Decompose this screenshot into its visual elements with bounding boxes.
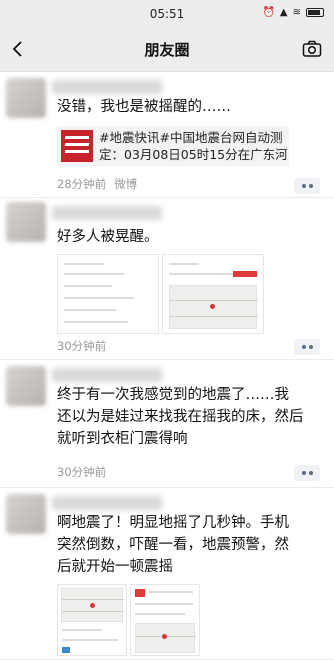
chevron-left-icon[interactable] — [10, 40, 28, 58]
poster-name[interactable] — [52, 368, 162, 382]
post-text: 终于有一次我感觉到的地震了……我 还以为是娃过来找我在摇我的床，然后 就听到衣柜… — [57, 387, 304, 447]
nav-bar: 朋友圈 — [0, 28, 334, 72]
post-image[interactable] — [162, 254, 264, 334]
post-image[interactable] — [57, 584, 127, 656]
post-image[interactable] — [57, 254, 159, 334]
post-meta: 28分钟前 微博 — [57, 176, 137, 192]
post-meta: 30分钟前 — [57, 464, 106, 480]
camera-icon[interactable] — [302, 40, 322, 58]
post-text: 没错，我也是被摇醒的…… — [57, 99, 231, 115]
alarm-icon: ⏰ — [262, 7, 275, 18]
avatar[interactable] — [6, 202, 46, 242]
wifi-icon: ≋ — [292, 7, 301, 18]
post-image[interactable] — [130, 584, 200, 656]
avatar[interactable] — [6, 494, 46, 534]
moment-post: 没错，我也是被摇醒的…… #地震快讯#中国地震台网自动测 定：03月08日05时… — [0, 72, 334, 198]
post-time: 30分钟前 — [57, 465, 107, 479]
status-icons: ⏰ ▲ ≋ — [262, 7, 324, 18]
weibo-link-thumbnail — [61, 130, 93, 162]
poster-name[interactable] — [52, 206, 162, 220]
poster-name[interactable] — [52, 496, 162, 510]
post-text: 啊地震了！明显地摇了几秒钟。手机 突然倒数，吓醒一看，地震预警，然 后就开始一顿… — [57, 515, 289, 575]
status-bar: 05:51 ⏰ ▲ ≋ — [0, 0, 334, 28]
page-title: 朋友圈 — [144, 41, 190, 59]
post-source[interactable]: 微博 — [114, 176, 137, 192]
moment-post: 啊地震了！明显地摇了几秒钟。手机 突然倒数，吓醒一看，地震预警，然 后就开始一顿… — [0, 488, 334, 660]
moment-post: 终于有一次我感觉到的地震了……我 还以为是娃过来找我在摇我的床，然后 就听到衣柜… — [0, 360, 334, 488]
avatar[interactable] — [6, 78, 46, 118]
moment-post: 好多人被晃醒。 30分钟前 — [0, 198, 334, 360]
post-text: 好多人被晃醒。 — [57, 229, 159, 245]
comment-like-button[interactable] — [294, 465, 320, 481]
moments-feed: 没错，我也是被摇醒的…… #地震快讯#中国地震台网自动测 定：03月08日05时… — [0, 72, 334, 660]
comment-like-button[interactable] — [294, 339, 320, 355]
avatar[interactable] — [6, 366, 46, 406]
shared-link-text: #地震快讯#中国地震台网自动测 定：03月08日05时15分在广东河… — [99, 130, 287, 162]
post-meta: 30分钟前 — [57, 338, 106, 354]
battery-icon — [306, 8, 324, 17]
comment-like-button[interactable] — [294, 178, 320, 194]
poster-name[interactable] — [52, 80, 162, 94]
shared-link-card[interactable]: #地震快讯#中国地震台网自动测 定：03月08日05时15分在广东河… — [57, 126, 289, 166]
status-time: 05:51 — [149, 7, 185, 21]
post-time: 30分钟前 — [57, 339, 107, 353]
signal-icon: ▲ — [279, 7, 288, 18]
post-time: 28分钟前 — [57, 177, 107, 191]
